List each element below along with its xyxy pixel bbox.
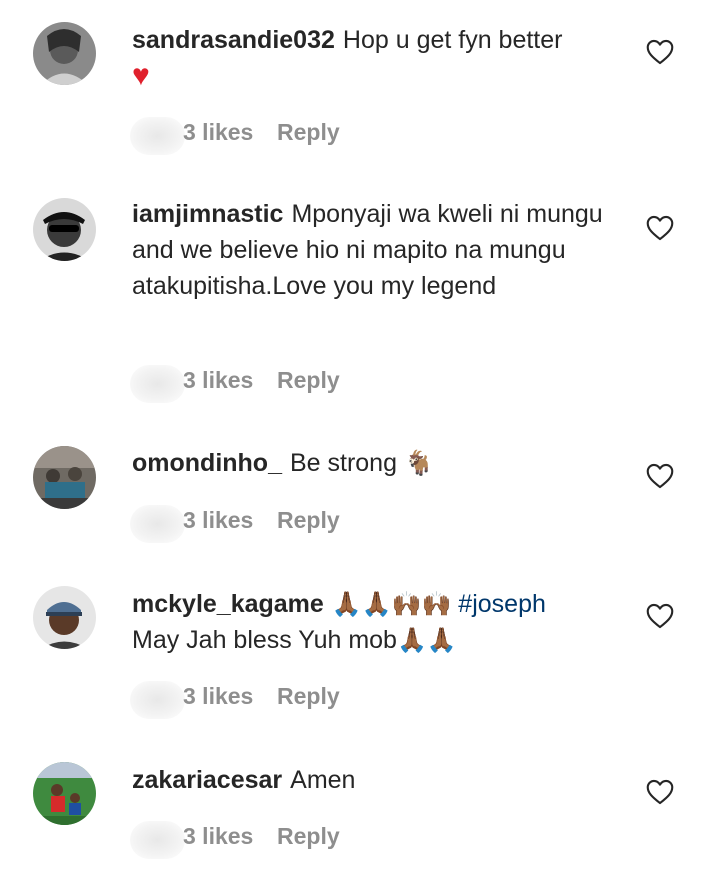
praying-hands-emoji: 🙏🏾🙏🏾🙌🏾🙌🏾 — [331, 590, 452, 618]
comment-item: omondinho_ Be strong 🐐 3 likes Reply — [0, 420, 720, 570]
avatar[interactable] — [33, 198, 96, 261]
red-heart-emoji: ♥ — [132, 59, 150, 92]
comment-meta: 3 likes Reply — [130, 681, 430, 721]
reply-button[interactable]: Reply — [277, 507, 340, 534]
comment-username[interactable]: omondinho_ — [132, 449, 282, 477]
comment-body: iamjimnastic Mponyaji wa kweli ni mungu a… — [132, 196, 622, 304]
comment-text: Amen — [290, 766, 356, 794]
praying-hands-emoji: 🙏🏾🙏🏾 — [396, 626, 457, 654]
comment-meta: 3 likes Reply — [130, 821, 430, 861]
heart-outline-icon[interactable] — [646, 39, 674, 65]
comment-text: May Jah bless Yuh mob — [132, 626, 397, 654]
reply-button[interactable]: Reply — [277, 367, 340, 394]
likes-count[interactable]: 3 likes — [183, 367, 253, 394]
comment-username[interactable]: iamjimnastic — [132, 200, 283, 228]
reply-button[interactable]: Reply — [277, 823, 340, 850]
heart-outline-icon[interactable] — [646, 779, 674, 805]
avatar[interactable] — [33, 586, 96, 649]
comment-body: mckyle_kagame 🙏🏾🙏🏾🙌🏾🙌🏾 #joseph May Jah bl… — [132, 586, 622, 658]
hashtag-link[interactable]: #joseph — [458, 590, 546, 618]
comment-item: mckyle_kagame 🙏🏾🙏🏾🙌🏾🙌🏾 #joseph May Jah bl… — [0, 570, 720, 746]
likes-count[interactable]: 3 likes — [183, 507, 253, 534]
comment-text: Hop u get fyn better — [342, 26, 563, 54]
comment-item: iamjimnastic Mponyaji wa kweli ni mungu a… — [0, 170, 720, 420]
comment-item: zakariacesar Amen 3 likes Reply — [0, 746, 720, 894]
comment-text: Be strong — [289, 449, 397, 477]
avatar[interactable] — [33, 22, 96, 85]
heart-outline-icon[interactable] — [646, 463, 674, 489]
comment-meta: 3 likes Reply — [130, 365, 430, 405]
comment-body: omondinho_ Be strong 🐐 — [132, 445, 622, 481]
reply-button[interactable]: Reply — [277, 119, 340, 146]
liker-avatars — [130, 681, 185, 719]
comment-body: zakariacesar Amen — [132, 762, 622, 798]
comment-body: sandrasandie032 Hop u get fyn better ♥ — [132, 22, 622, 95]
comment-username[interactable]: mckyle_kagame — [132, 590, 324, 618]
likes-count[interactable]: 3 likes — [183, 823, 253, 850]
avatar[interactable] — [33, 762, 96, 825]
liker-avatars — [130, 821, 185, 859]
liker-avatars — [130, 505, 185, 543]
comment-meta: 3 likes Reply — [130, 117, 430, 157]
comment-meta: 3 likes Reply — [130, 505, 430, 545]
comment-item: sandrasandie032 Hop u get fyn better ♥ 3 … — [0, 0, 720, 170]
goat-emoji: 🐐 — [403, 449, 434, 477]
liker-avatars — [130, 117, 185, 155]
avatar[interactable] — [33, 446, 96, 509]
comment-username[interactable]: zakariacesar — [132, 766, 282, 794]
liker-avatars — [130, 365, 185, 403]
likes-count[interactable]: 3 likes — [183, 683, 253, 710]
reply-button[interactable]: Reply — [277, 683, 340, 710]
likes-count[interactable]: 3 likes — [183, 119, 253, 146]
heart-outline-icon[interactable] — [646, 603, 674, 629]
comment-username[interactable]: sandrasandie032 — [132, 26, 335, 54]
heart-outline-icon[interactable] — [646, 215, 674, 241]
